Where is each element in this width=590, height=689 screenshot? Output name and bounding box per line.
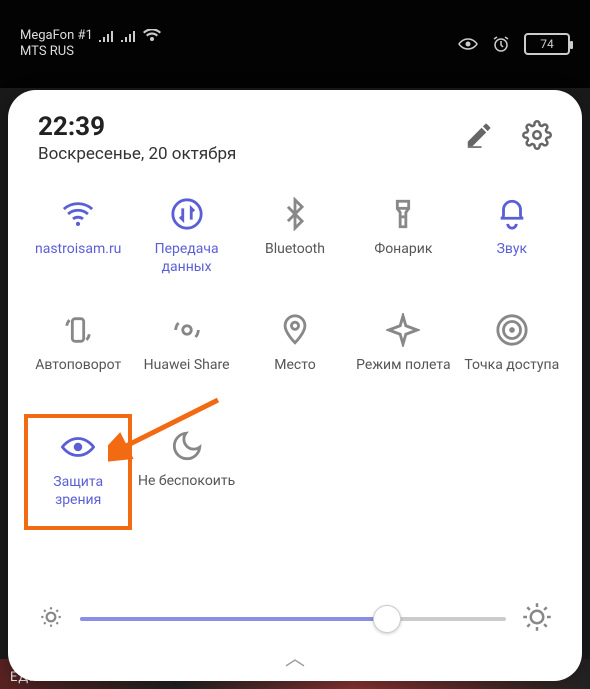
rotate-icon — [59, 311, 97, 349]
brightness-slider[interactable] — [80, 607, 506, 631]
tile-label: Режим полета — [354, 357, 452, 375]
location-icon — [276, 311, 314, 349]
tile-flashlight[interactable]: Фонарик — [349, 182, 457, 298]
edit-icon[interactable] — [464, 120, 494, 150]
hotspot-icon — [493, 311, 531, 349]
signal-icon-2 — [121, 30, 137, 42]
panel-handle-icon[interactable]: ︿ — [24, 642, 566, 671]
tile-location[interactable]: Место — [241, 298, 349, 414]
tile-label: Bluetooth — [263, 241, 327, 259]
quick-settings-panel: 22:39 Воскресенье, 20 октября nastroisam… — [8, 90, 582, 681]
tile-eyecare[interactable]: Защита зрения — [24, 414, 132, 530]
battery-indicator: 74 — [524, 33, 570, 55]
tile-rotate[interactable]: Автоповорот — [24, 298, 132, 414]
status-bar: MegaFon #1 MTS RUS 74 — [0, 0, 590, 88]
panel-time: 22:39 — [38, 112, 236, 142]
tile-label: Фонарик — [372, 241, 434, 259]
panel-date: Воскресенье, 20 октября — [38, 144, 236, 164]
tile-hotspot[interactable]: Точка доступа — [458, 298, 566, 414]
signal-icon-1 — [99, 30, 115, 42]
eyecare-icon — [59, 428, 97, 466]
tile-airplane[interactable]: Режим полета — [349, 298, 457, 414]
panel-header: 22:39 Воскресенье, 20 октября — [24, 112, 566, 176]
tile-label: Автоповорот — [33, 357, 123, 375]
flashlight-icon — [384, 195, 422, 233]
tile-bluetooth[interactable]: Bluetooth — [241, 182, 349, 298]
tile-label: Передача данных — [135, 241, 237, 276]
wifi-status-icon — [143, 29, 161, 43]
airplane-icon — [384, 311, 422, 349]
dnd-icon — [168, 427, 206, 465]
brightness-row — [24, 594, 566, 636]
wifi-icon — [59, 195, 97, 233]
tile-wifi[interactable]: nastroisam.ru — [24, 182, 132, 298]
tile-data[interactable]: Передача данных — [132, 182, 240, 298]
tile-dnd[interactable]: Не беспокоить — [132, 414, 240, 530]
tile-label: Huawei Share — [142, 357, 232, 375]
quick-tiles-grid: nastroisam.ru Передача данных Bluetooth Фон… — [24, 182, 566, 530]
tile-label: Точка доступа — [462, 357, 561, 375]
carrier-2: MTS RUS — [20, 44, 161, 60]
data-icon — [168, 195, 206, 233]
brightness-low-icon — [38, 604, 64, 634]
settings-gear-icon[interactable] — [522, 120, 552, 150]
tile-label: Звук — [495, 241, 529, 259]
eye-status-icon — [458, 37, 478, 51]
sound-icon — [493, 195, 531, 233]
tile-label: Защита зрения — [28, 474, 128, 509]
carrier-1: MegaFon #1 — [20, 28, 93, 44]
tile-label: Не беспокоить — [136, 473, 237, 491]
alarm-status-icon — [492, 35, 510, 53]
bluetooth-icon — [276, 195, 314, 233]
tile-label: Место — [272, 357, 317, 375]
brightness-high-icon — [522, 602, 552, 636]
share-icon — [168, 311, 206, 349]
tile-sound[interactable]: Звук — [458, 182, 566, 298]
tile-share[interactable]: Huawei Share — [132, 298, 240, 414]
tile-label: nastroisam.ru — [33, 241, 123, 259]
